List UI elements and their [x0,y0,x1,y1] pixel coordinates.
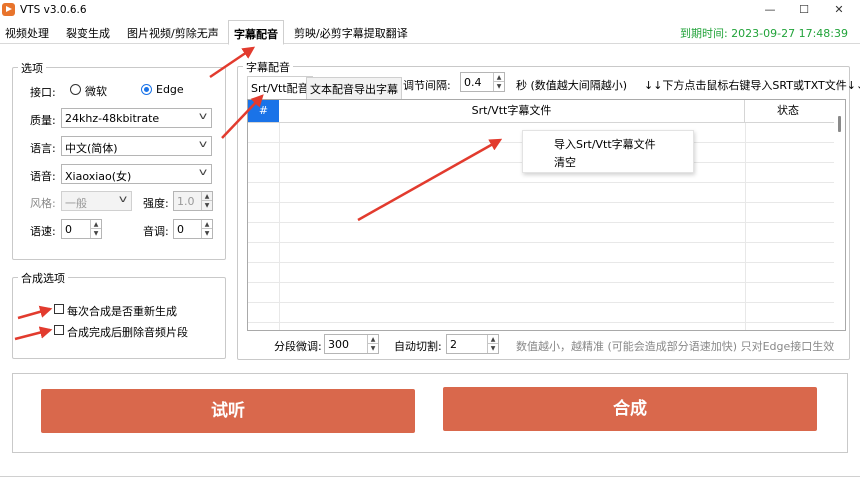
intensity-label: 强度: [143,197,169,210]
down-arrow-icon[interactable]: ▼ [202,201,212,210]
autocut-stepper[interactable]: 2 ▲ ▼ [446,334,499,354]
close-button[interactable]: ✕ [824,0,854,20]
table-row [248,243,836,263]
window-title: VTS v3.0.6.6 [20,4,87,16]
autocut-value: 2 [450,338,457,351]
up-arrow-icon[interactable]: ▲ [494,73,504,82]
app-icon [2,3,15,16]
tab-bar: 视频处理 裂变生成 图片视频/剪除无声 字幕配音 剪映/必剪字幕提取翻译 到期时… [0,20,860,45]
tab-srt-dubbing[interactable]: Srt/Vtt配音 [247,76,313,99]
radio-edge-label: Edge [156,83,184,96]
interval-stepper[interactable]: 0.4 ▲ ▼ [460,72,505,92]
expiry-time: 到期时间: 2023-09-27 17:48:39 [679,27,848,40]
chevron-down-icon: v [198,111,208,122]
quality-label: 质量: [30,114,56,127]
column-status: 状态 [777,104,799,117]
table-row [248,263,836,283]
quality-select[interactable]: 24khz-48kbitrate v [61,108,212,128]
synth-options-title: 合成选项 [18,270,68,286]
intensity-value: 1.0 [177,195,195,208]
import-hint: ↓↓下方点击鼠标右键导入SRT或TXT文件↓↓ [644,79,860,92]
status-bar [0,476,860,499]
table-scrollbar[interactable] [834,100,845,330]
interface-label: 接口: [30,86,56,99]
maximize-button[interactable]: ☐ [789,0,819,20]
minimize-button[interactable]: — [755,0,785,20]
voice-select[interactable]: Xiaoxiao(女) v [61,164,212,184]
delete-segments-label: 合成完成后删除音频片段 [67,326,188,339]
table-row [248,183,836,203]
down-arrow-icon[interactable]: ▼ [91,229,101,238]
voice-label: 语音: [30,170,56,183]
title-bar: VTS v3.0.6.6 — ☐ ✕ [0,0,860,20]
quality-value: 24khz-48kbitrate [65,112,160,125]
radio-microsoft[interactable] [70,84,81,95]
options-group-title: 选项 [18,60,46,76]
autocut-label: 自动切割: [394,340,442,353]
chevron-down-icon: v [198,139,208,150]
synthesize-button[interactable]: 合成 [443,387,817,431]
delete-segments-checkbox[interactable] [54,325,64,335]
scrollbar-thumb[interactable] [838,116,841,132]
tab-subtitle-dubbing[interactable]: 字幕配音 [228,20,284,45]
style-value: 一般 [65,197,87,210]
radio-edge[interactable] [141,84,152,95]
down-arrow-icon[interactable]: ▼ [368,344,378,353]
pitch-stepper[interactable]: 0 ▲ ▼ [173,219,213,239]
column-file: Srt/Vtt字幕文件 [279,100,745,122]
tab-image-video[interactable]: 图片视频/剪除无声 [127,25,219,41]
tab-video-processing[interactable]: 视频处理 [5,25,49,41]
down-arrow-icon[interactable]: ▼ [488,344,498,353]
segment-label: 分段微调: [274,340,322,353]
up-arrow-icon[interactable]: ▲ [202,220,212,229]
pitch-value: 0 [177,223,184,236]
table-row [248,283,836,303]
radio-microsoft-label: 微软 [85,85,107,98]
regen-checkbox[interactable] [54,304,64,314]
chevron-down-icon: v [118,194,128,205]
segment-stepper[interactable]: 300 ▲ ▼ [324,334,379,354]
table-row [248,303,836,323]
up-arrow-icon[interactable]: ▲ [202,192,212,201]
tab-fission-generate[interactable]: 裂变生成 [66,25,110,41]
column-number: # [248,100,279,122]
intensity-stepper[interactable]: 1.0 ▲ ▼ [173,191,213,211]
context-menu: 导入Srt/Vtt字幕文件 清空 [522,130,694,173]
language-label: 语言: [30,142,56,155]
segment-value: 300 [328,338,349,351]
table-header: # Srt/Vtt字幕文件 状态 [248,100,836,123]
table-row [248,203,836,223]
style-select[interactable]: 一般 v [61,191,132,211]
interval-value: 0.4 [464,76,482,89]
pitch-label: 音调: [143,225,169,238]
subtitle-group-title: 字幕配音 [243,59,293,75]
table-row [248,223,836,243]
interval-label: 调节间隔: [403,79,451,92]
interval-hint: 秒 (数值越大间隔越小) [516,79,628,92]
tab-text-dubbing[interactable]: 文本配音导出字幕 [306,77,402,101]
precision-hint: 数值越小，越精准 (可能会造成部分语速加快) 只对Edge接口生效 [516,340,835,353]
down-arrow-icon[interactable]: ▼ [494,82,504,91]
speed-label: 语速: [30,225,56,238]
speed-stepper[interactable]: 0 ▲ ▼ [61,219,102,239]
menu-clear[interactable]: 清空 [554,154,576,170]
language-value: 中文(简体) [65,142,118,155]
up-arrow-icon[interactable]: ▲ [91,220,101,229]
tab-subtitle-extract[interactable]: 剪映/必剪字幕提取翻译 [294,25,408,41]
style-label: 风格: [30,197,56,210]
menu-import-subtitle[interactable]: 导入Srt/Vtt字幕文件 [554,136,656,152]
language-select[interactable]: 中文(简体) v [61,136,212,156]
down-arrow-icon[interactable]: ▼ [202,229,212,238]
up-arrow-icon[interactable]: ▲ [488,335,498,344]
regen-label: 每次合成是否重新生成 [67,305,177,318]
chevron-down-icon: v [198,167,208,178]
preview-button[interactable]: 试听 [41,389,415,433]
up-arrow-icon[interactable]: ▲ [368,335,378,344]
voice-value: Xiaoxiao(女) [65,170,132,183]
speed-value: 0 [65,223,72,236]
